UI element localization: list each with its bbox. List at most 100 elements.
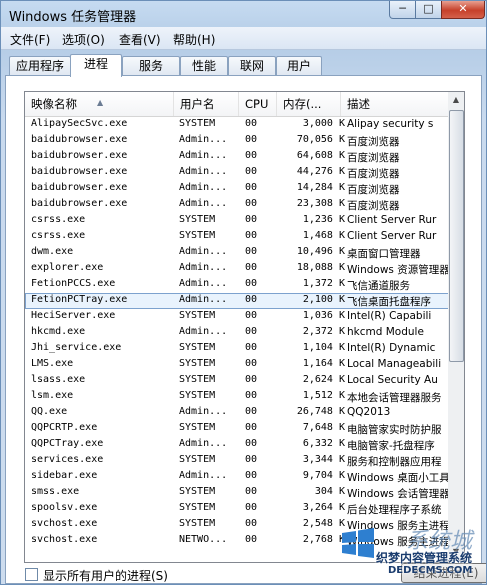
process-name-cell: csrss.exe [31,214,86,225]
show-all-users-label[interactable]: 显示所有用户的进程(S) [43,567,168,584]
process-name-cell: lsm.exe [31,390,74,401]
process-description-cell: Alipay security s [347,118,434,130]
process-row[interactable]: QQPCTray.exe Admin... 00 6,332 K 电脑管家-托盘程序 [25,437,449,453]
process-row[interactable]: baidubrowser.exe Admin... 00 70,056 K 百度浏览器 [25,133,449,149]
process-user-cell: Admin... [179,438,228,449]
process-row[interactable]: baidubrowser.exe Admin... 00 23,308 K 百度浏览器 [25,197,449,213]
window-title: Windows 任务管理器 [9,10,137,25]
process-name-cell: csrss.exe [31,230,86,241]
column-header-cpu[interactable]: CPU [239,92,277,116]
tab-networking[interactable]: 联网 [228,56,276,76]
process-name-cell: HeciServer.exe [31,310,116,321]
process-cpu-cell: 00 [245,470,258,481]
process-row[interactable]: sidebar.exe Admin... 00 9,704 K Windows 桌面小工… [25,469,449,485]
process-cpu-cell: 00 [245,118,258,129]
process-name-cell: QQ.exe [31,406,68,417]
column-header-image-name[interactable]: ▲ 映像名称 [25,92,174,116]
close-button[interactable]: ✕ [441,1,485,19]
tab-services[interactable]: 服务 [122,56,180,76]
process-cpu-cell: 00 [245,358,258,369]
tab-processes[interactable]: 进程 [70,54,122,77]
process-row[interactable]: LMS.exe SYSTEM 00 1,164 K Local Manageabili [25,357,449,373]
process-row[interactable]: hkcmd.exe Admin... 00 2,372 Khkcmd Module [25,325,449,341]
column-header-description[interactable]: 描述 [341,92,449,116]
column-header-image-name-label: 映像名称 [31,97,77,111]
process-cpu-cell: 00 [245,326,258,337]
process-row[interactable]: csrss.exe SYSTEM 00 1,236 K Client Server Ru… [25,213,449,229]
process-row[interactable]: services.exe SYSTEM 00 3,344 K 服务和控制器应用程 [25,453,449,469]
process-description-cell: 百度浏览器 [347,152,400,164]
process-name-cell: hkcmd.exe [31,326,86,337]
menu-view[interactable]: 查看(V) [119,31,161,48]
process-row[interactable]: smss.exe SYSTEM 00 304 K Windows 会话管理器 [25,485,449,501]
process-rows: AlipaySecSvc.exe SYSTEM 00 3,000 K Alipay se… [25,117,449,549]
process-row[interactable]: baidubrowser.exe Admin... 00 44,276 K 百度浏览器 [25,165,449,181]
process-row[interactable]: dwm.exe Admin... 00 10,496 K 桌面窗口管理器 [25,245,449,261]
task-manager-window: Windows 任务管理器 ─ □ ✕ 文件(F) 选项(O) 查看(V) 帮助… [0,0,487,585]
process-user-cell: SYSTEM [179,454,216,465]
process-user-cell: SYSTEM [179,214,216,225]
process-name-cell: svchost.exe [31,518,98,529]
process-user-cell: Admin... [179,198,228,209]
process-memory-cell: 1,468 K [302,230,345,241]
process-description-cell: 电脑管家-托盘程序 [347,440,435,452]
tab-users[interactable]: 用户 [276,56,322,76]
process-row[interactable]: lsass.exe SYSTEM 00 2,624 K Local Security A… [25,373,449,389]
process-row[interactable]: HeciServer.exe SYSTEM 00 1,036 K Intel(R) Ca… [25,309,449,325]
process-row[interactable]: FetionPCTray.exe Admin... 00 2,100 K 飞信桌面托盘程… [25,293,449,309]
process-user-cell: NETWO... [179,534,228,545]
process-user-cell: Admin... [179,166,228,177]
column-header-user[interactable]: 用户名 [174,92,239,116]
process-memory-cell: 1,164 K [302,358,345,369]
vertical-scrollbar[interactable]: ▲ ▼ [448,91,465,561]
process-row[interactable]: Jhi_service.exe SYSTEM 00 1,104 K Intel(R) D… [25,341,449,357]
process-user-cell: Admin... [179,182,228,193]
process-row[interactable]: lsm.exe SYSTEM 00 1,512 K 本地会话管理器服务 [25,389,449,405]
process-memory-cell: 70,056 K [296,134,345,145]
menu-help[interactable]: 帮助(H) [173,31,215,48]
process-list[interactable]: ▲ 映像名称 用户名 CPU 内存(... 描述 AlipaySecSvc.ex… [24,91,450,563]
process-name-cell: svchost.exe [31,534,98,545]
process-row[interactable]: AlipaySecSvc.exe SYSTEM 00 3,000 K Alipay se… [25,117,449,133]
process-name-cell: dwm.exe [31,246,74,257]
process-user-cell: SYSTEM [179,502,216,513]
scroll-thumb[interactable] [449,110,464,362]
process-memory-cell: 3,344 K [302,454,345,465]
process-cpu-cell: 00 [245,182,258,193]
process-row[interactable]: QQPCRTP.exe SYSTEM 00 7,648 K 电脑管家实时防护服 [25,421,449,437]
process-cpu-cell: 00 [245,230,258,241]
tab-performance[interactable]: 性能 [180,56,228,76]
menu-file[interactable]: 文件(F) [10,31,50,48]
title-bar[interactable]: Windows 任务管理器 ─ □ ✕ [1,1,486,27]
process-description-cell: 百度浏览器 [347,184,400,196]
process-description-cell: Intel(R) Dynamic [347,342,436,354]
scroll-up-icon[interactable]: ▲ [448,92,464,108]
process-memory-cell: 2,100 K [302,294,345,305]
column-header-memory[interactable]: 内存(... [277,92,341,116]
process-row[interactable]: baidubrowser.exe Admin... 00 14,284 K 百度浏览器 [25,181,449,197]
process-cpu-cell: 00 [245,406,258,417]
process-row[interactable]: explorer.exe Admin... 00 18,088 K Windows 资源… [25,261,449,277]
process-description-cell: QQ2013 [347,406,391,418]
process-description-cell: 百度浏览器 [347,136,400,148]
show-all-users-checkbox[interactable] [25,568,38,581]
process-memory-cell: 304 K [314,486,345,497]
process-row[interactable]: csrss.exe SYSTEM 00 1,468 K Client Server Ru… [25,229,449,245]
process-cpu-cell: 00 [245,454,258,465]
process-row[interactable]: baidubrowser.exe Admin... 00 64,608 K 百度浏览器 [25,149,449,165]
process-cpu-cell: 00 [245,534,258,545]
process-memory-cell: 1,036 K [302,310,345,321]
process-name-cell: sidebar.exe [31,470,98,481]
watermark-logo: 系统城 织梦内容管理系统 DEDECMS.COM [336,513,486,584]
process-description-cell: Local Manageabili [347,358,442,370]
process-cpu-cell: 00 [245,214,258,225]
process-memory-cell: 44,276 K [296,166,345,177]
menu-options[interactable]: 选项(O) [62,31,105,48]
process-memory-cell: 7,648 K [302,422,345,433]
process-row[interactable]: FetionPCCS.exe Admin... 00 1,372 K 飞信通道服务 [25,277,449,293]
maximize-button[interactable]: □ [415,1,442,19]
tab-applications[interactable]: 应用程序 [9,56,71,76]
minimize-button[interactable]: ─ [389,1,416,19]
process-name-cell: QQPCRTP.exe [31,422,98,433]
process-row[interactable]: QQ.exe Admin... 00 26,748 K QQ2013 [25,405,449,421]
